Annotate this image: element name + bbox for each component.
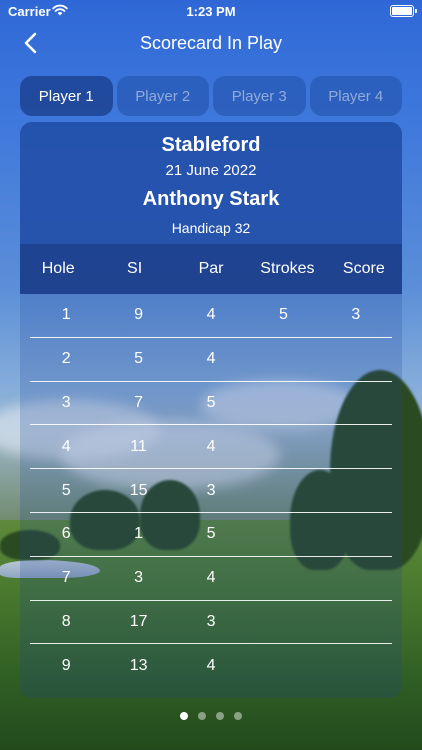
page-dot-2[interactable] xyxy=(198,712,206,720)
table-row[interactable]: 2 5 4 xyxy=(30,338,392,382)
scorecard-header: Stableford 21 June 2022 Anthony Stark Ha… xyxy=(20,122,402,244)
cell-hole: 3 xyxy=(61,393,71,411)
cell-hole: 8 xyxy=(61,612,71,630)
cell-hole: 1 xyxy=(61,306,71,324)
navigation-bar: Scorecard In Play xyxy=(0,28,422,60)
page-dot-3[interactable] xyxy=(216,712,224,720)
page-indicator xyxy=(0,712,422,720)
cell-hole: 9 xyxy=(61,657,71,675)
status-bar: Carrier 1:23 PM xyxy=(0,0,422,24)
table-row[interactable]: 9 13 4 xyxy=(30,644,392,688)
table-row[interactable]: 1 9 4 5 3 xyxy=(30,294,392,338)
tab-player-1[interactable]: Player 1 xyxy=(20,76,113,116)
column-header-si: SI xyxy=(127,260,143,277)
column-header-par: Par xyxy=(198,260,224,277)
cell-par: 4 xyxy=(206,306,216,324)
hole-rows: 1 9 4 5 3 2 5 4 3 7 5 4 11 4 5 15 3 6 1 … xyxy=(20,294,402,688)
cell-si: 17 xyxy=(129,612,148,630)
cell-si: 5 xyxy=(134,350,144,368)
table-row[interactable]: 3 7 5 xyxy=(30,382,392,426)
clock: 1:23 PM xyxy=(186,4,236,19)
tab-player-2[interactable]: Player 2 xyxy=(116,76,209,116)
battery-icon xyxy=(390,5,417,17)
cell-par: 3 xyxy=(206,612,216,630)
cell-par: 5 xyxy=(206,525,216,543)
column-header-hole: Hole xyxy=(41,260,75,277)
cell-par: 5 xyxy=(206,393,216,411)
player-name: Anthony Stark xyxy=(142,188,280,210)
cell-strokes[interactable]: 5 xyxy=(247,306,319,324)
cell-hole: 7 xyxy=(61,569,71,587)
tab-player-4[interactable]: Player 4 xyxy=(309,76,402,116)
cell-si: 3 xyxy=(134,569,144,587)
table-header: Hole SI Par Strokes Score xyxy=(20,244,402,294)
table-row[interactable]: 6 1 5 xyxy=(30,513,392,557)
table-row[interactable]: 4 11 4 xyxy=(30,425,392,470)
cell-hole: 6 xyxy=(61,525,71,543)
cell-par: 4 xyxy=(206,437,216,455)
cell-si: 11 xyxy=(130,437,147,455)
cell-si: 7 xyxy=(134,393,144,411)
page-dot-4[interactable] xyxy=(234,712,242,720)
game-format: Stableford xyxy=(161,134,261,156)
cell-hole: 2 xyxy=(61,350,71,368)
page-title: Scorecard In Play xyxy=(139,33,283,53)
tab-player-3[interactable]: Player 3 xyxy=(213,76,306,116)
column-header-strokes: Strokes xyxy=(260,260,315,277)
cell-par: 3 xyxy=(206,481,216,499)
round-date: 21 June 2022 xyxy=(165,162,257,179)
page-dot-1[interactable] xyxy=(180,712,188,720)
cell-si: 15 xyxy=(129,481,148,499)
cell-par: 4 xyxy=(206,350,216,368)
player-handicap: Handicap 32 xyxy=(171,220,251,236)
cell-si: 9 xyxy=(134,306,144,324)
cell-score: 3 xyxy=(351,306,361,324)
table-row[interactable]: 7 3 4 xyxy=(30,557,392,601)
cell-par: 4 xyxy=(206,657,216,675)
cell-si: 13 xyxy=(129,657,148,675)
table-row[interactable]: 8 17 3 xyxy=(30,601,392,645)
cell-par: 4 xyxy=(206,569,216,587)
cell-hole: 5 xyxy=(61,481,71,499)
table-row[interactable]: 5 15 3 xyxy=(30,469,392,513)
column-header-score: Score xyxy=(342,260,385,277)
player-tabs: Player 1 Player 2 Player 3 Player 4 xyxy=(20,76,402,116)
cell-hole: 4 xyxy=(61,437,71,455)
cell-si: 1 xyxy=(134,525,144,543)
scorecard: Stableford 21 June 2022 Anthony Stark Ha… xyxy=(20,122,402,698)
